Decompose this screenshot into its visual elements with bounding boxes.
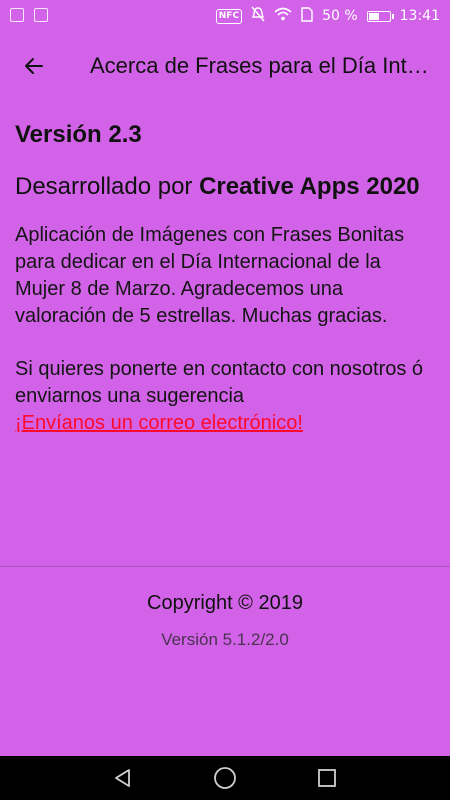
- version-footer: Versión 5.1.2/2.0: [161, 630, 289, 649]
- about-content: Versión 2.3 Desarrollado por Creative Ap…: [15, 118, 435, 437]
- developer-name: Creative Apps 2020: [199, 173, 420, 200]
- app-version-title: Versión 2.3: [15, 121, 142, 148]
- arrow-left-icon: [25, 58, 43, 74]
- nav-home-button[interactable]: [210, 763, 240, 793]
- app-description: Aplicación de Imágenes con Frases Bonita…: [15, 224, 405, 327]
- gallery-notification-icon: [10, 8, 24, 22]
- contact-text: Si quieres ponerte en contacto con nosot…: [15, 358, 424, 407]
- back-button[interactable]: [14, 46, 54, 86]
- nav-back-button[interactable]: [108, 763, 138, 793]
- triangle-back-icon: [115, 769, 130, 787]
- contact-section: Si quieres ponerte en contacto con nosot…: [15, 356, 435, 437]
- battery-percent: 50 %: [322, 8, 358, 24]
- about-screen: NFC 50 % 13:41 Acerca de Frases para el …: [0, 0, 450, 800]
- developer-line: Desarrollado por Creative Apps 2020: [15, 172, 435, 202]
- status-bar: NFC 50 % 13:41: [0, 0, 450, 32]
- circle-home-icon: [214, 767, 236, 789]
- navigation-bar: [0, 756, 450, 800]
- sim-icon: [301, 6, 313, 26]
- page-title: Acerca de Frases para el Día Internacion…: [90, 53, 430, 78]
- square-recents-icon: [318, 769, 336, 787]
- copyright-text: Copyright © 2019: [147, 592, 303, 614]
- mute-icon: [251, 6, 265, 26]
- email-link[interactable]: ¡Envíanos un correo electrónico!: [15, 412, 303, 434]
- wifi-icon: [274, 7, 292, 25]
- nav-recents-button[interactable]: [312, 763, 342, 793]
- toolbar: Acerca de Frases para el Día Internacion…: [0, 32, 450, 100]
- nfc-icon: NFC: [215, 8, 243, 24]
- divider: [0, 566, 450, 567]
- battery-icon: [366, 10, 394, 22]
- clock: 13:41: [399, 8, 440, 24]
- developer-prefix: Desarrollado por: [15, 173, 200, 200]
- image-notification-icon: [34, 8, 48, 22]
